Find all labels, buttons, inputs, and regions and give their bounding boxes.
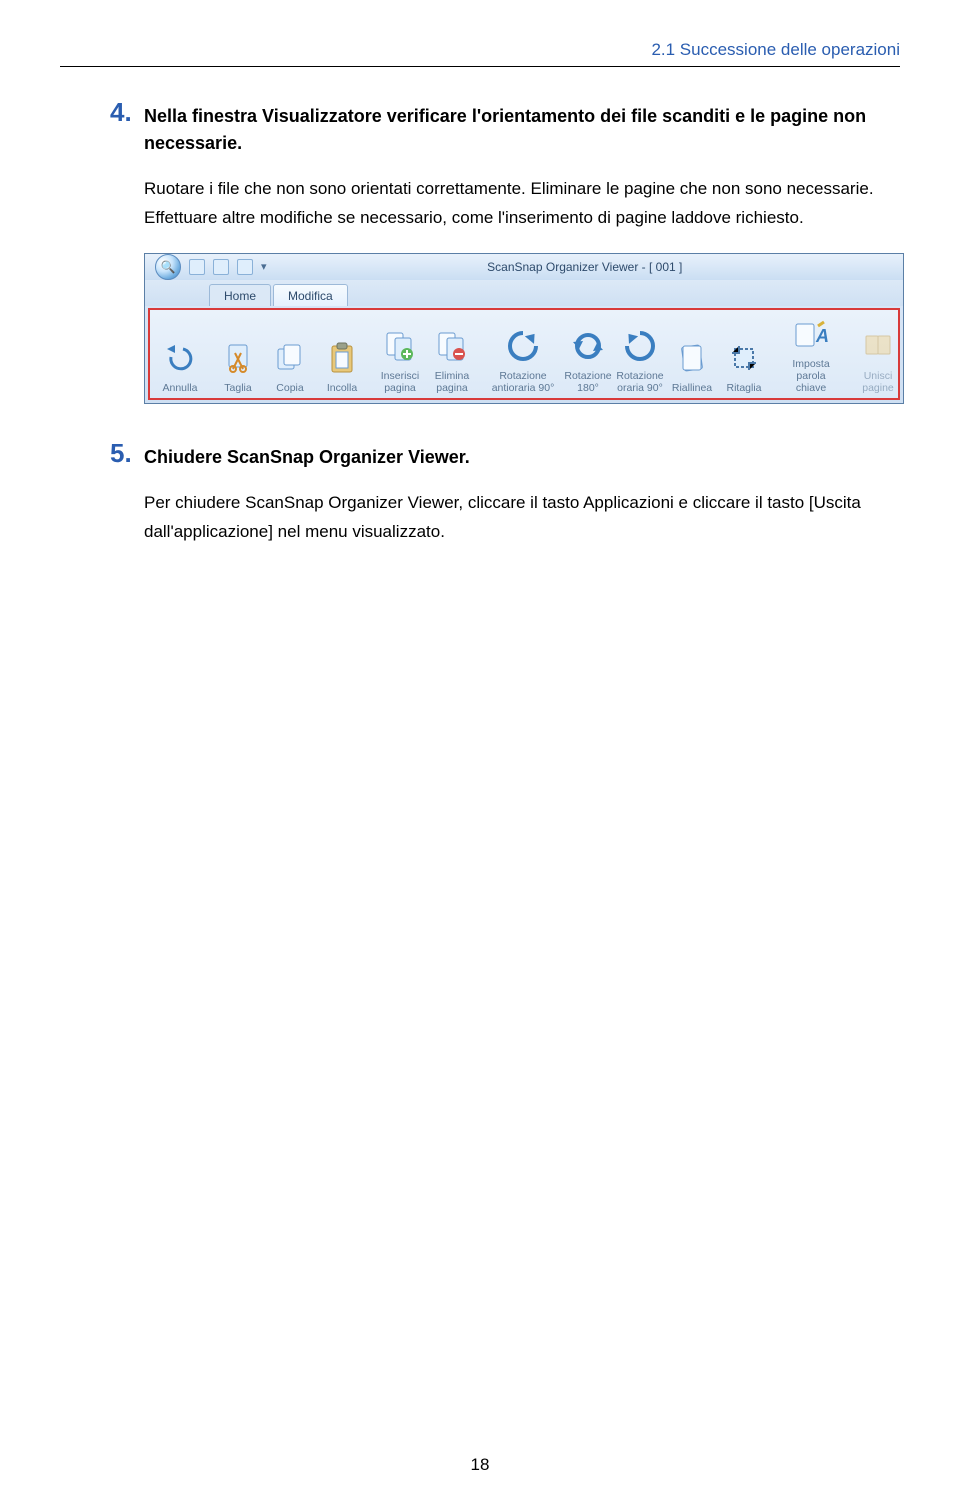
ribbon-ritaglia-button[interactable]: Ritaglia <box>718 314 770 396</box>
ribbon-unisci-pagine-button[interactable]: Unisci pagine <box>852 314 904 396</box>
ribbon-unisci-pagine-label: Unisci pagine <box>862 370 894 394</box>
undo-icon <box>162 337 198 379</box>
titlebar: 🔍 ▾ ScanSnap Organizer Viewer - [ 001 ] <box>145 254 903 280</box>
ribbon-copia-label: Copia <box>276 382 303 394</box>
step-5: 5. Chiudere ScanSnap Organizer Viewer. <box>110 438 900 471</box>
ribbon-annulla-button[interactable]: Annulla <box>154 314 206 396</box>
qat-save-icon[interactable] <box>189 259 205 275</box>
step-4-body: Ruotare i file che non sono orientati co… <box>144 175 900 233</box>
deskew-icon <box>674 337 710 379</box>
ribbon-annulla-label: Annulla <box>162 382 197 394</box>
ribbon-inserisci-pagina-label: Inserisci pagina <box>381 370 420 394</box>
step-5-number: 5. <box>110 438 144 471</box>
svg-text:A: A <box>815 326 828 346</box>
ribbon-copia-button[interactable]: Copia <box>264 314 316 396</box>
ribbon-inserisci-pagina-button[interactable]: Inserisci pagina <box>374 314 426 396</box>
rotate-ccw-icon <box>505 325 541 367</box>
ribbon-tabs: Home Modifica <box>145 280 903 306</box>
ribbon-rotazione-oraria-button[interactable]: Rotazione oraria 90° <box>614 314 666 396</box>
rotate-180-icon <box>570 325 606 367</box>
delete-page-icon <box>434 325 470 367</box>
paste-icon <box>324 337 360 379</box>
ribbon-imposta-parola-label: Imposta parola chiave <box>780 358 842 394</box>
app-window: 🔍 ▾ ScanSnap Organizer Viewer - [ 001 ] … <box>144 253 904 404</box>
ribbon-taglia-label: Taglia <box>224 382 251 394</box>
window-title: ScanSnap Organizer Viewer - [ 001 ] <box>267 260 903 274</box>
ribbon-incolla-label: Incolla <box>327 382 357 394</box>
keyword-icon: A <box>793 316 829 355</box>
step-4: 4. Nella finestra Visualizzatore verific… <box>110 97 900 157</box>
ribbon-riallinea-label: Riallinea <box>672 382 712 394</box>
quick-access-toolbar: 🔍 ▾ <box>145 254 267 280</box>
cut-icon <box>220 337 256 379</box>
ribbon-riallinea-button[interactable]: Riallinea <box>666 314 718 396</box>
insert-page-icon <box>382 325 418 367</box>
ribbon-taglia-button[interactable]: Taglia <box>212 314 264 396</box>
qat-redo-icon[interactable] <box>237 259 253 275</box>
ribbon-rotazione-180-button[interactable]: Rotazione 180° <box>562 314 614 396</box>
tab-home[interactable]: Home <box>209 284 271 306</box>
ribbon-highlighted: Annulla Taglia Copia <box>148 308 900 400</box>
copy-icon <box>272 337 308 379</box>
ribbon-rotazione-oraria-label: Rotazione oraria 90° <box>616 370 663 394</box>
header-breadcrumb: 2.1 Successione delle operazioni <box>60 40 900 67</box>
merge-pages-icon <box>860 325 896 367</box>
step-5-title: Chiudere ScanSnap Organizer Viewer. <box>144 438 470 471</box>
ribbon-rotazione-antioraria-button[interactable]: Rotazione antioraria 90° <box>484 314 562 396</box>
ribbon-imposta-parola-button[interactable]: A Imposta parola chiave <box>776 314 846 396</box>
ribbon-elimina-pagina-button[interactable]: Elimina pagina <box>426 314 478 396</box>
page-number: 18 <box>0 1455 960 1475</box>
rotate-cw-icon <box>622 325 658 367</box>
ribbon-elimina-pagina-label: Elimina pagina <box>435 370 469 394</box>
tab-modifica[interactable]: Modifica <box>273 284 348 306</box>
screenshot-viewer-ribbon: 🔍 ▾ ScanSnap Organizer Viewer - [ 001 ] … <box>144 253 900 404</box>
step-4-title: Nella finestra Visualizzatore verificare… <box>144 97 900 157</box>
crop-icon <box>726 337 762 379</box>
ribbon-rotazione-180-label: Rotazione 180° <box>564 370 611 394</box>
step-4-number: 4. <box>110 97 144 157</box>
ribbon-rotazione-antioraria-label: Rotazione antioraria 90° <box>492 370 555 394</box>
step-5-body: Per chiudere ScanSnap Organizer Viewer, … <box>144 489 900 547</box>
ribbon-ritaglia-label: Ritaglia <box>726 382 761 394</box>
ribbon-incolla-button[interactable]: Incolla <box>316 314 368 396</box>
app-orb-icon[interactable]: 🔍 <box>155 254 181 280</box>
qat-undo-icon[interactable] <box>213 259 229 275</box>
